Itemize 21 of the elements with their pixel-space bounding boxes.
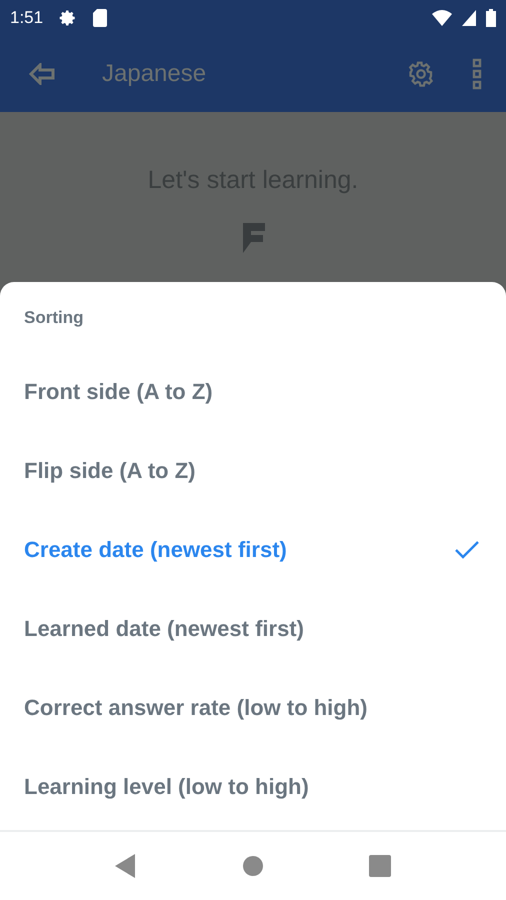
sort-option[interactable]: Front side (A to Z): [0, 352, 506, 431]
check-icon: [454, 540, 480, 560]
wifi-icon: [432, 10, 452, 26]
status-time: 1:51: [10, 8, 44, 28]
settings-icon[interactable]: [406, 59, 436, 89]
sd-card-icon: [93, 9, 108, 27]
more-options-icon[interactable]: [472, 58, 482, 90]
sort-option[interactable]: Learning level (low to high): [0, 747, 506, 826]
app-title: Japanese: [102, 60, 206, 88]
back-icon[interactable]: [115, 854, 137, 878]
sheet-title: Sorting: [23, 308, 84, 328]
back-arrow-icon[interactable]: [28, 63, 56, 85]
battery-icon: [486, 9, 496, 27]
sort-option[interactable]: Correct answer rate (low to high): [0, 668, 506, 747]
sort-option[interactable]: Create date (newest first): [0, 510, 506, 589]
signal-icon: [462, 10, 476, 26]
logo-icon: [241, 223, 265, 253]
gear-icon: [59, 9, 78, 27]
sort-option[interactable]: Learned date (newest first): [0, 589, 506, 668]
home-icon[interactable]: [242, 855, 264, 877]
sort-option[interactable]: Flip side (A to Z): [0, 431, 506, 510]
